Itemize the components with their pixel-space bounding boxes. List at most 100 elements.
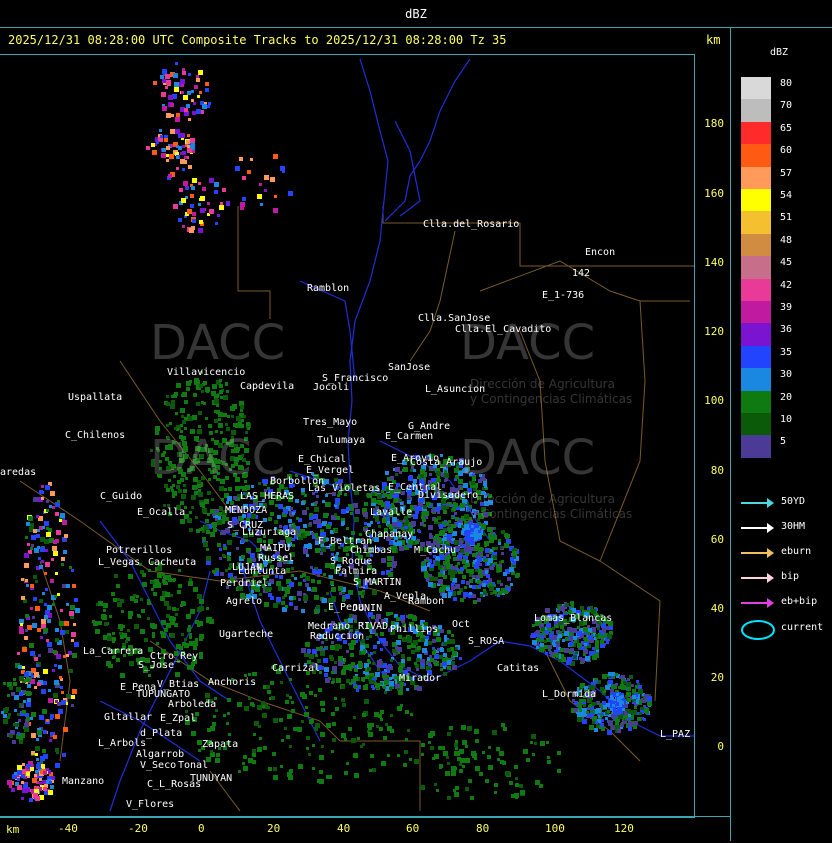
echo-pixel [305,642,310,647]
echo-pixel [389,677,392,680]
x-tick-label: 0 [198,822,205,835]
echo-pixel [289,596,293,600]
echo-pixel [556,643,560,647]
echo-pixel [500,546,503,549]
place-label: Medrano [308,621,351,632]
legend-color-box [741,368,771,391]
echo-pixel [397,706,402,711]
echo-pixel [464,547,469,552]
echo-pixel [420,785,425,790]
echo-pixel [445,559,450,564]
echo-pixel [74,598,78,602]
echo-pixel [376,725,379,728]
echo-pixel [242,762,245,765]
echo-pixel [191,662,195,666]
echo-pixel [417,476,420,479]
echo-pixel [574,708,578,712]
echo-pixel [558,631,561,634]
echo-pixel [600,636,603,639]
echo-pixel [286,568,290,572]
echo-pixel [305,576,310,581]
echo-pixel [594,728,598,732]
echo-pixel [176,113,180,117]
echo-pixel [47,642,52,647]
echo-pixel [61,700,66,705]
echo-pixel [632,695,636,699]
echo-pixel [324,667,329,672]
echo-pixel [228,733,231,736]
echo-pixel [534,742,537,745]
echo-pixel [298,598,301,601]
echo-pixel [202,510,205,513]
echo-pixel [50,785,54,789]
echo-pixel [274,520,278,524]
legend-value-label: 70 [780,100,793,112]
echo-pixel [346,507,350,511]
place-label: L_Dormida [542,689,597,700]
echo-pixel [623,681,626,684]
echo-pixel [397,541,402,546]
echo-pixel [285,605,288,608]
track-legend-item: eburn [741,546,826,560]
echo-pixel [200,502,205,507]
echo-pixel [574,640,577,643]
echo-pixel [387,494,392,499]
echo-pixel [26,584,29,587]
echo-pixel [372,590,377,595]
echo-pixel [626,682,631,687]
echo-pixel [532,753,535,756]
echo-pixel [181,633,184,636]
echo-pixel [53,540,57,544]
echo-pixel [183,181,188,186]
echo-pixel [422,518,426,522]
echo-pixel [37,762,41,766]
echo-pixel [268,767,272,771]
echo-pixel [188,581,193,586]
echo-pixel [243,755,247,759]
echo-pixel [191,99,194,102]
echo-pixel [515,796,518,799]
echo-pixel [187,148,192,153]
echo-pixel [75,608,80,613]
echo-pixel [407,657,411,661]
echo-pixel [182,642,186,646]
echo-pixel [226,201,230,205]
echo-pixel [227,712,230,715]
echo-pixel [61,691,64,694]
echo-pixel [268,593,272,597]
echo-pixel [411,650,415,654]
echo-pixel [31,544,34,547]
echo-pixel [168,174,172,178]
echo-pixel [353,503,358,508]
echo-pixel [423,524,426,527]
echo-pixel [33,575,37,579]
place-label: Reduccion [310,631,365,642]
echo-pixel [166,395,169,398]
echo-pixel [317,574,320,577]
echo-pixel [219,557,222,560]
echo-pixel [114,574,118,578]
echo-pixel [50,579,54,583]
echo-pixel [42,526,45,529]
echo-pixel [498,542,501,545]
echo-pixel [577,626,580,629]
echo-pixel [469,551,472,554]
echo-pixel [125,640,128,643]
y-tick-label: 0 [717,740,724,753]
echo-pixel [225,423,228,426]
echo-pixel [365,644,369,648]
echo-pixel [449,540,452,543]
echo-pixel [173,204,178,209]
echo-pixel [561,657,566,662]
echo-pixel [440,629,444,633]
echo-pixel [377,494,382,499]
echo-pixel [227,555,230,558]
echo-pixel [494,783,498,787]
echo-pixel [199,652,203,656]
echo-pixel [349,645,354,650]
echo-pixel [377,660,382,665]
echo-pixel [331,587,336,592]
echo-pixel [191,186,195,190]
echo-pixel [308,543,311,546]
echo-pixel [289,745,292,748]
